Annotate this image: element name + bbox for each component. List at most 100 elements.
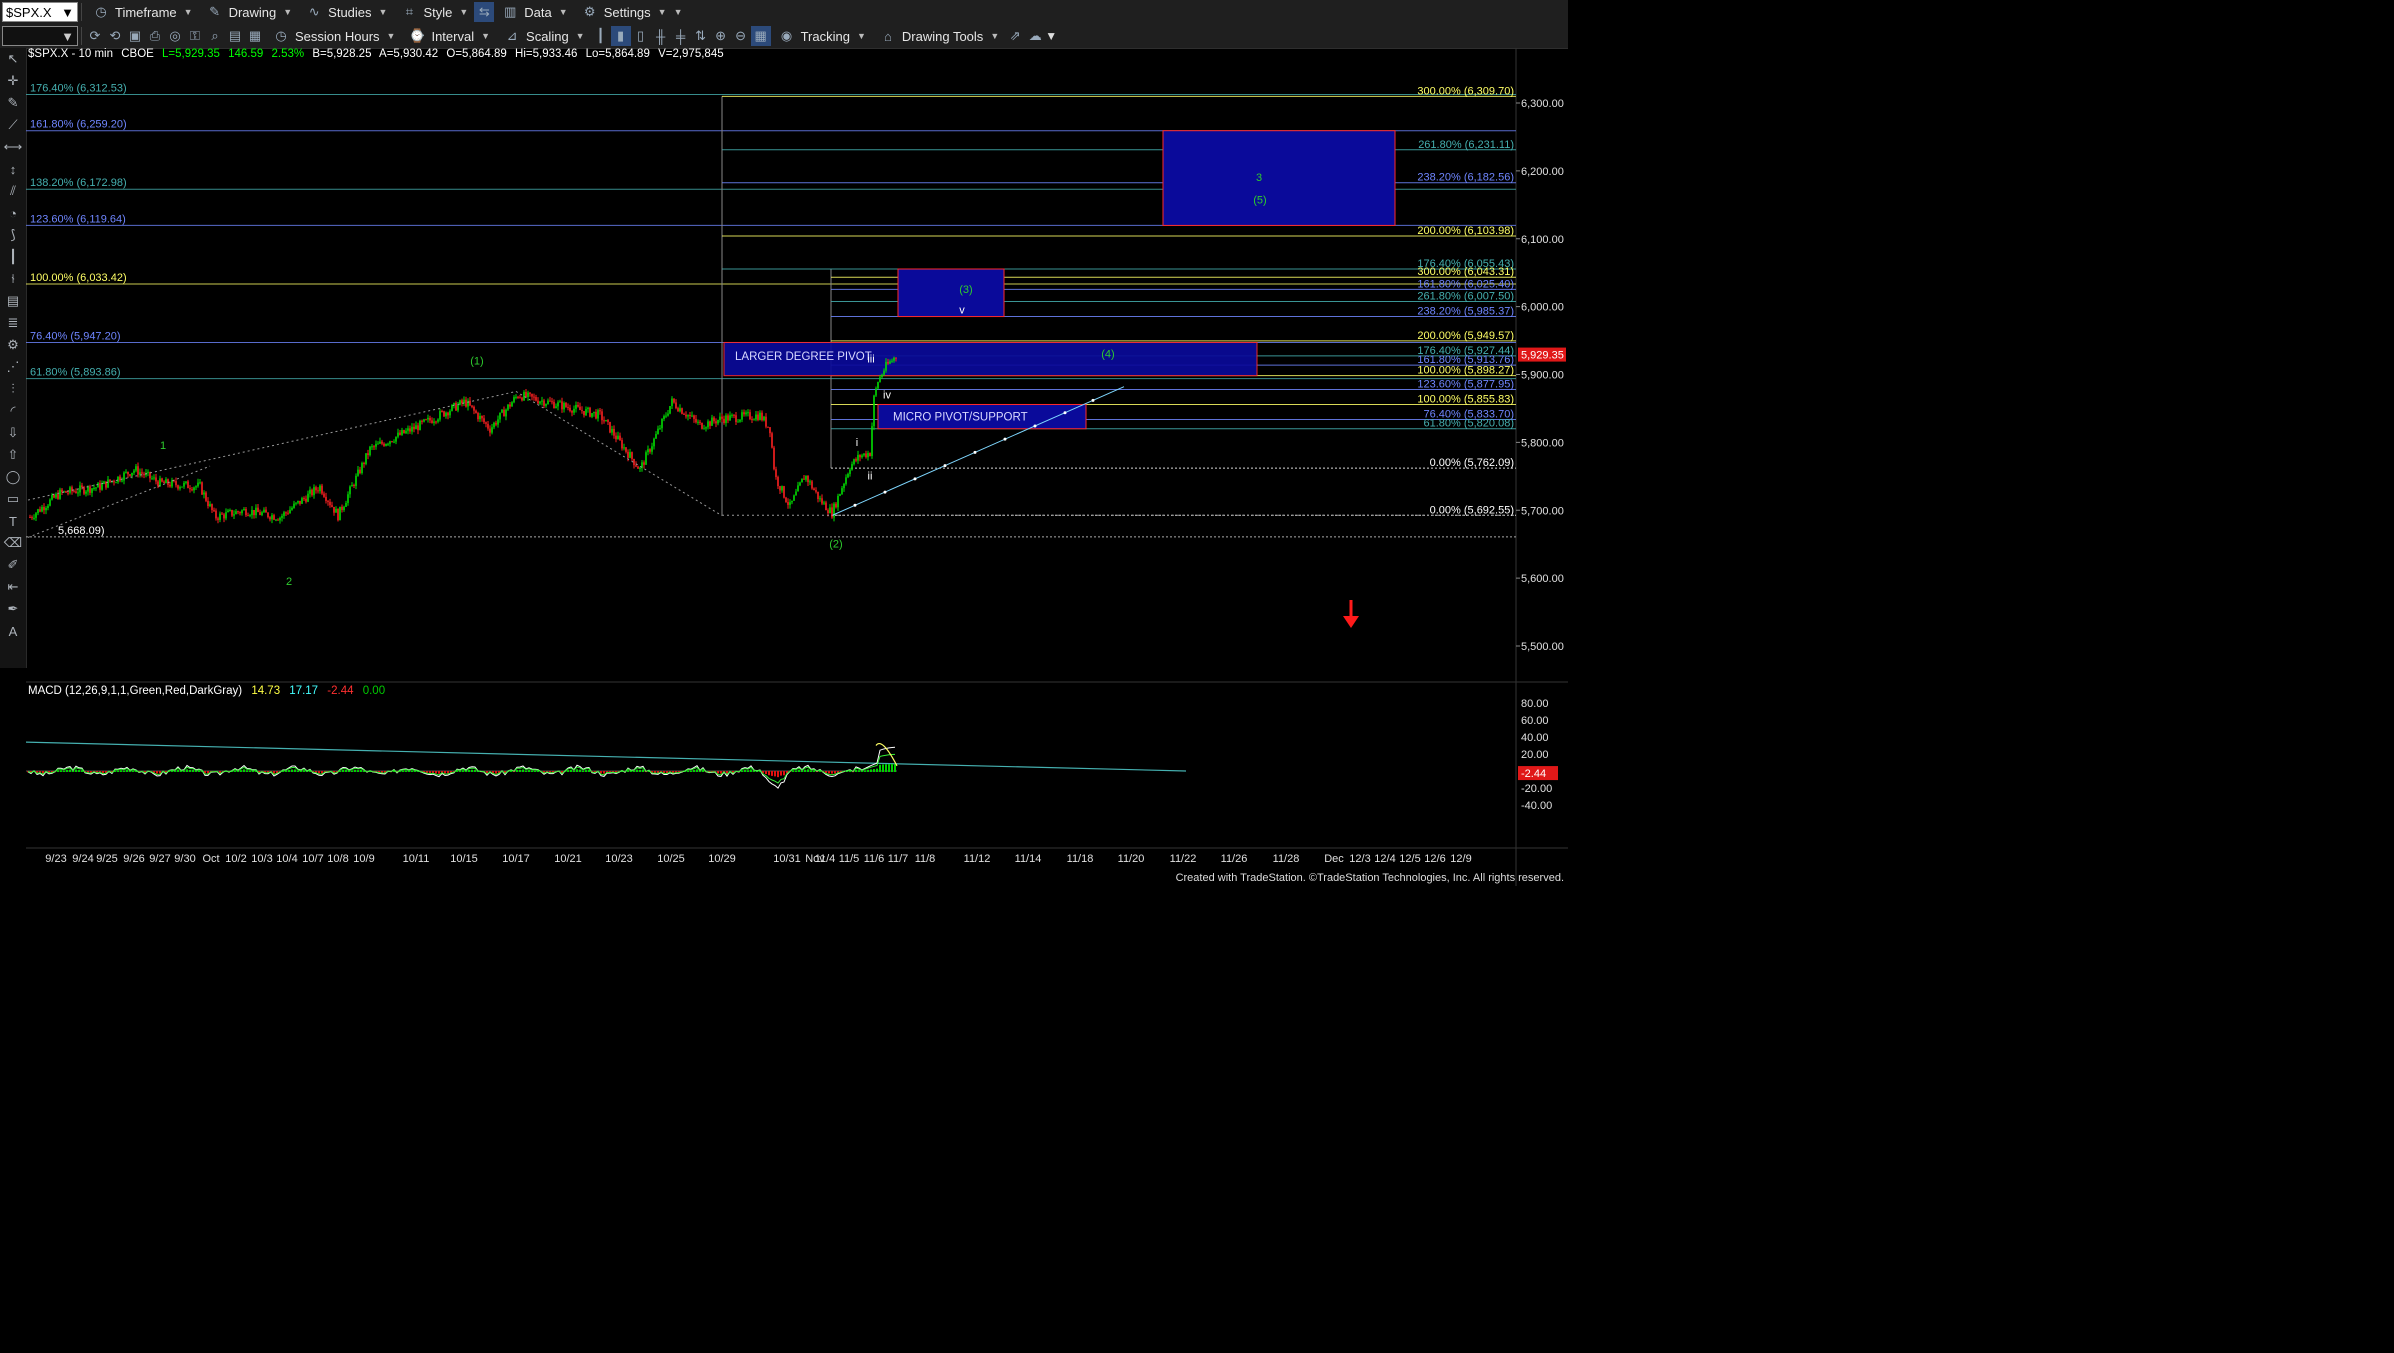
cycle-icon[interactable]: ◎ [165,26,185,46]
highlighter-icon[interactable]: ✒ [0,598,26,620]
delete-drawings-icon[interactable]: ✐ [0,554,26,576]
time-axis-label: 11/22 [1170,853,1197,865]
share-icon[interactable]: ⇗ [1005,26,1025,46]
candle-body [611,428,613,433]
candle-body [261,512,263,515]
refresh-all-icon[interactable]: ⟲ [105,26,125,46]
candle-body [865,453,867,458]
candle-body [787,502,789,505]
macd-histogram-bar [534,770,536,772]
arc-icon[interactable]: ◜ [0,400,26,422]
macd-histogram-bar [855,769,857,772]
eraser-icon[interactable]: ⌫ [0,532,26,554]
style-menu[interactable]: ⌗ Style ▼ [393,1,474,23]
candle-body [441,411,443,413]
magnet-icon[interactable]: ⇤ [0,576,26,598]
macd-axis-label: 40.00 [1521,732,1549,744]
candle-body [753,419,755,421]
candle-body [729,415,731,421]
camera-icon[interactable]: ▤ [225,26,245,46]
workspace-select[interactable]: ▼ [2,26,78,46]
footer-copyright: Created with TradeStation. ©TradeStation… [1175,872,1564,884]
interval-menu[interactable]: ⌚ Interval ▼ [401,25,496,47]
macd-histogram-bar [888,764,890,772]
fib-level-label: 238.20% (5,985.37) [1417,306,1514,318]
candle-body [325,496,327,501]
point-figure-icon[interactable]: ⇅ [691,26,711,46]
save-icon[interactable]: ▣ [125,26,145,46]
hollow-candle-icon[interactable]: ▯ [631,26,651,46]
timeframe-menu[interactable]: ◷ Timeframe ▼ [85,1,199,23]
candle-body [745,412,747,415]
zoom-out-icon[interactable]: ⊖ [731,26,751,46]
macd-histogram-bar [582,770,584,772]
zoom-in-icon[interactable]: ⊕ [711,26,731,46]
regression-icon[interactable]: ⫶ [0,378,26,400]
cloud-icon[interactable]: ☁ [1025,26,1045,46]
macd-histogram-bar [603,771,605,774]
andrews-pitchfork-icon[interactable]: ⫮ [0,268,26,290]
fib-tool-icon[interactable]: ⟆ [0,224,26,246]
candlestick-icon[interactable]: ▮ [610,26,631,46]
macd-histogram-bar [459,770,461,772]
candle-body [881,374,883,378]
text-box-icon[interactable]: A [0,620,26,642]
line-chart-icon[interactable]: ╪ [671,26,691,46]
macd-histogram-bar [285,770,287,772]
refresh-icon[interactable]: ⟳ [85,26,105,46]
ohlc-icon[interactable]: ╫ [651,26,671,46]
cycle-tool-icon[interactable]: ◔ [0,202,26,224]
drawing-tools-menu[interactable]: ⌂ Drawing Tools ▼ [872,25,1005,47]
tracking-menu[interactable]: ◉ Tracking ▼ [771,25,872,47]
fib-extension-icon[interactable]: ≣ [0,312,26,334]
image-icon[interactable]: ▦ [245,26,265,46]
candle-body [671,398,673,407]
speed-lines-icon[interactable]: ▤ [0,290,26,312]
lock-icon[interactable]: ⚿ [185,26,205,46]
pen-icon[interactable]: ✎ [0,92,26,114]
scaling-menu[interactable]: ⊿ Scaling ▼ [496,25,591,47]
gann-icon[interactable]: ┃ [0,246,26,268]
style-icon: ⌗ [405,4,414,19]
time-axis-label: 12/4 [1374,853,1395,865]
macd-histogram-bar [573,770,575,772]
chevron-down-icon[interactable]: ▼ [1045,29,1057,43]
rectangle-icon[interactable]: ▭ [0,488,26,510]
pointer-icon[interactable]: ↖ [0,48,26,70]
drawing-menu[interactable]: ✎ Drawing ▼ [199,1,299,23]
text-tool-icon[interactable]: T [0,510,26,532]
symbol-input[interactable]: $SPX.X ▼ [2,2,78,22]
candle-body [757,414,759,420]
link-window-icon[interactable]: ⇆ [474,2,495,22]
settings-menu[interactable]: ⚙ Settings ▼ ▼ [574,1,689,23]
print-icon[interactable]: ⎙ [145,26,165,46]
studies-menu[interactable]: ∿ Studies ▼ [298,1,393,23]
macd-histogram-bar [864,770,866,772]
vertical-line-icon[interactable]: ↕ [0,158,26,180]
grid-icon[interactable]: ▦ [750,26,771,46]
candle-body [413,426,415,430]
crosshair-icon[interactable]: ✛ [0,70,26,92]
macd-histogram-bar [348,770,350,772]
data-menu[interactable]: ▥ Data ▼ [494,1,573,23]
arrow-up-icon[interactable]: ⇧ [0,444,26,466]
candle-body [225,512,227,519]
horizontal-line-icon[interactable]: ⟷ [0,136,26,158]
candle-body [205,492,207,501]
macd-histogram-bar [66,769,68,772]
parallel-lines-icon[interactable]: ⫽ [0,180,26,202]
candle-body [599,410,601,412]
bar-chart-icon[interactable]: ┃ [591,26,611,46]
price-chart[interactable]: 6,300.00 6,200.00 6,100.00 6,000.00 5,900.00… [26,48,1568,886]
chevron-down-icon[interactable]: ▼ [61,5,74,20]
brush-icon[interactable]: ⟋ [0,114,26,136]
candle-body [807,475,809,483]
gear-small-icon[interactable]: ⚙ [0,334,26,356]
ellipse-icon[interactable]: ◯ [0,466,26,488]
arrow-down-icon[interactable]: ⇩ [0,422,26,444]
time-axis-label: 12/5 [1399,853,1420,865]
fan-icon[interactable]: ⋰ [0,356,26,378]
session-hours-menu[interactable]: ◷ Session Hours ▼ [265,25,401,47]
chevron-down-icon: ▼ [61,28,74,44]
search-icon[interactable]: ⌕ [205,26,225,46]
